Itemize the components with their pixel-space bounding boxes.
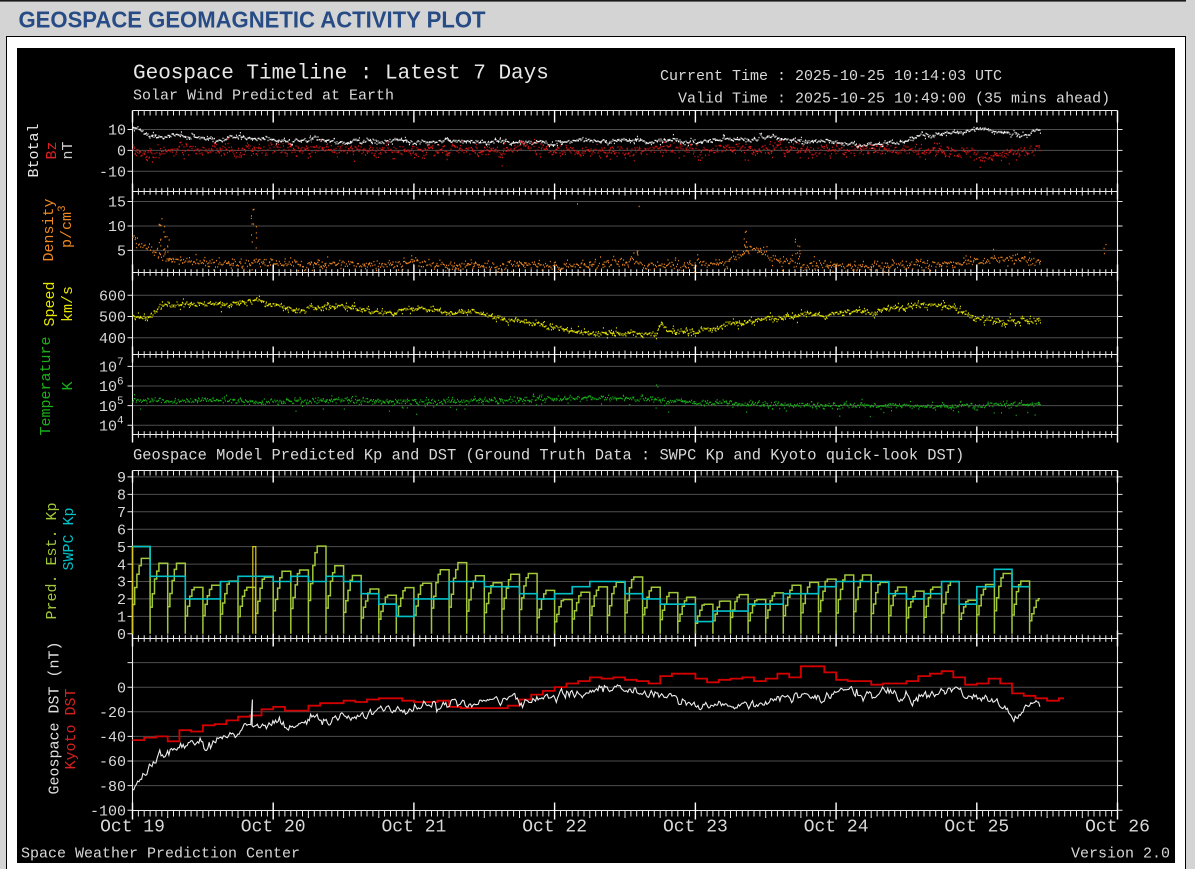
svg-text:Temperature: Temperature	[38, 336, 55, 435]
svg-text:Pred. Est. Kp: Pred. Est. Kp	[44, 502, 61, 619]
svg-text:Oct 25: Oct 25	[944, 818, 1009, 838]
svg-text:Density: Density	[41, 198, 58, 261]
svg-text:500: 500	[99, 310, 126, 327]
svg-text:10: 10	[99, 379, 117, 396]
svg-text:Valid Time : 2025-10-25 10:49:: Valid Time : 2025-10-25 10:49:00 (35 min…	[678, 91, 1110, 108]
svg-text:5: 5	[117, 244, 126, 261]
svg-text:Space Weather Prediction Cente: Space Weather Prediction Center	[21, 846, 300, 863]
svg-text:400: 400	[99, 331, 126, 348]
svg-text:Version 2.0: Version 2.0	[1071, 846, 1170, 863]
svg-text:Geospace Model Predicted Kp an: Geospace Model Predicted Kp and DST (Gro…	[133, 447, 964, 465]
svg-text:-60: -60	[99, 754, 126, 771]
svg-text:5: 5	[117, 396, 124, 408]
svg-text:10: 10	[99, 360, 117, 377]
svg-text:6: 6	[117, 522, 126, 539]
svg-text:Bz: Bz	[44, 141, 61, 159]
svg-text:15: 15	[108, 195, 126, 212]
svg-text:Geospace Timeline : Latest 7 D: Geospace Timeline : Latest 7 Days	[133, 63, 549, 86]
svg-text:5: 5	[117, 540, 126, 557]
svg-text:-10: -10	[99, 165, 126, 182]
svg-text:4: 4	[117, 557, 126, 574]
svg-text:600: 600	[99, 288, 126, 305]
svg-text:Oct 22: Oct 22	[522, 818, 587, 838]
svg-text:0: 0	[117, 680, 126, 697]
svg-text:Btotal: Btotal	[26, 123, 43, 177]
svg-text:GEOSPACE GEOMAGNETIC ACTIVITY: GEOSPACE GEOMAGNETIC ACTIVITY PLOT	[19, 6, 486, 32]
svg-text:7: 7	[117, 505, 126, 522]
svg-text:Oct 20: Oct 20	[241, 818, 306, 838]
svg-text:Oct 21: Oct 21	[381, 818, 446, 838]
svg-text:Solar Wind Predicted at Earth: Solar Wind Predicted at Earth	[133, 88, 394, 105]
svg-text:0: 0	[117, 144, 126, 161]
svg-text:7: 7	[117, 357, 124, 369]
svg-text:Oct 26: Oct 26	[1085, 818, 1150, 838]
svg-text:K: K	[60, 381, 77, 390]
svg-text:3: 3	[57, 205, 69, 212]
svg-text:-80: -80	[99, 779, 126, 796]
svg-text:9: 9	[117, 470, 126, 487]
svg-text:km/s: km/s	[60, 286, 77, 322]
svg-text:Oct 23: Oct 23	[663, 818, 728, 838]
svg-text:nT: nT	[60, 141, 77, 159]
svg-text:10: 10	[99, 418, 117, 435]
svg-text:Oct 24: Oct 24	[804, 818, 869, 838]
svg-text:SWPC Kp: SWPC Kp	[61, 507, 78, 570]
svg-text:Speed: Speed	[42, 281, 59, 326]
svg-text:Current Time : 2025-10-25 10:1: Current Time : 2025-10-25 10:14:03 UTC	[660, 68, 1002, 85]
svg-text:3: 3	[117, 575, 126, 592]
svg-text:1: 1	[117, 610, 126, 627]
svg-text:8: 8	[117, 488, 126, 505]
svg-text:2: 2	[117, 592, 126, 609]
svg-text:10: 10	[108, 123, 126, 140]
svg-text:-20: -20	[99, 705, 126, 722]
svg-text:6: 6	[117, 377, 124, 389]
svg-text:Oct 19: Oct 19	[100, 818, 165, 838]
svg-text:10: 10	[99, 399, 117, 416]
svg-text:p/cm: p/cm	[59, 212, 76, 248]
svg-text:-40: -40	[99, 730, 126, 747]
svg-text:Geospace DST (nT): Geospace DST (nT)	[47, 641, 64, 794]
svg-text:0: 0	[117, 627, 126, 644]
svg-text:4: 4	[117, 416, 124, 428]
svg-text:Kyoto DST: Kyoto DST	[63, 688, 80, 769]
svg-text:10: 10	[108, 219, 126, 236]
